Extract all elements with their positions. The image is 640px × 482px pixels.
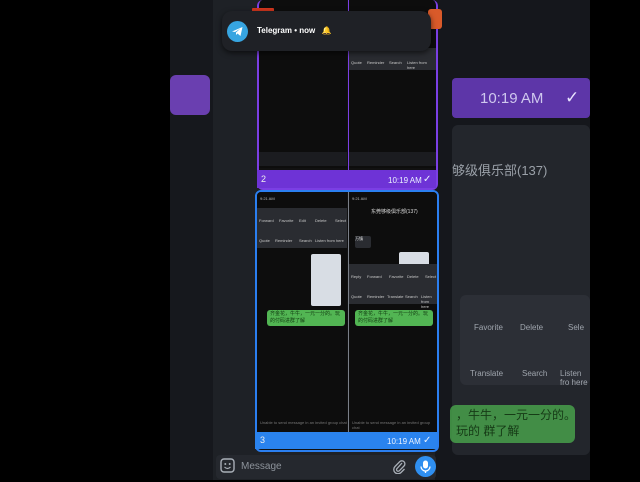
menu-translate: Translate: [470, 369, 504, 378]
menu-search: Search: [522, 369, 548, 378]
card-2-left-input: [259, 152, 347, 166]
menu-reminder: Reminder: [367, 60, 385, 65]
menu-listen: Listen fro here: [560, 369, 588, 387]
card-2-index: 2: [261, 174, 267, 184]
menu-search: Search: [389, 60, 402, 65]
attach-icon[interactable]: [392, 459, 406, 475]
menu-edit: Edit: [299, 218, 306, 223]
bell-icon: 🔔: [321, 26, 332, 35]
mic-button[interactable]: [415, 456, 436, 477]
menu-listen: Listen from here: [407, 60, 427, 70]
menu-search: Search: [299, 238, 312, 243]
menu-forward: Forward: [367, 274, 382, 279]
card-3-index: 3: [260, 435, 266, 445]
status-time: 9:21 AM: [352, 196, 367, 201]
menu-reply: Reply: [351, 274, 362, 279]
card-3-right-context-menu: Reply Forward Favorite Delete Select Quo…: [349, 264, 437, 309]
menu-select: Select: [425, 274, 437, 279]
chat-bubble: 万镇: [355, 236, 371, 248]
menu-favorite: Favorite: [279, 218, 294, 223]
menu-forward: Forward: [259, 218, 274, 223]
menu-translate: Translate: [387, 294, 404, 299]
background-left-panel: [170, 0, 215, 480]
card-3-left-context-menu: Forward Favorite Edit Delete Select Quot…: [257, 208, 347, 248]
card-2-check-icon: ✓: [423, 174, 432, 185]
background-right-chat-title: 够级俱乐部(137): [452, 163, 548, 178]
menu-favorite: Favorite: [474, 323, 503, 332]
card-3-right-pane: 9:21 AM 东莞够级俱乐部(137) 万镇 Reply Forward Fa…: [349, 192, 437, 432]
menu-listen: Listen from here: [315, 238, 344, 243]
card-3-time: 10:19 AM: [387, 437, 421, 446]
notification-text: Telegram • now 🔔: [257, 26, 331, 35]
menu-select: Sele: [568, 323, 585, 332]
card-3-right-notice: Unable to send message in an invited gro…: [352, 420, 431, 430]
background-right-context-menu: Favorite Delete Sele Translate Search Li…: [460, 295, 590, 387]
menu-delete: Delete: [407, 274, 419, 279]
telegram-icon: [227, 21, 248, 42]
background-right-time: 10:19 AM: [480, 90, 544, 107]
menu-favorite: Favorite: [389, 274, 404, 279]
menu-reminder: Reminder: [275, 238, 293, 243]
card-2-time: 10:19 AM: [388, 176, 422, 185]
menu-reminder: Reminder: [367, 294, 385, 299]
sticker-icon[interactable]: [220, 458, 235, 473]
card-2-context-menu: Quote Reminder Search Listen from here: [349, 48, 436, 70]
menu-quote: Quote: [351, 60, 362, 65]
menu-listen: Listen from here: [421, 294, 432, 309]
card-3-footer: 3 10:19 AM ✓: [255, 432, 437, 449]
card-3-right-message: 齐金花，牛牛，一元一分的。玩的付码进群了解: [355, 310, 433, 326]
card-2-right-input: [349, 152, 436, 166]
message-input[interactable]: Message: [241, 461, 282, 472]
background-right-check-icon: ✓: [565, 88, 580, 107]
card-2-footer: 2 10:19 AM ✓: [257, 170, 436, 188]
mic-icon: [420, 460, 431, 473]
menu-quote: Quote: [259, 238, 270, 243]
menu-quote: Quote: [351, 294, 362, 299]
menu-delete: Delete: [315, 218, 327, 223]
background-left-accent: [170, 75, 210, 115]
status-time: 9:21 AM: [260, 196, 275, 201]
card-3-left-message: 齐金花，牛牛，一元一分的。玩的付码进群了解: [267, 310, 345, 326]
menu-delete: Delete: [520, 323, 544, 332]
recent-card-3[interactable]: 9:21 AM Forward Favorite Edit Delete Sel…: [255, 190, 439, 452]
menu-select: Select: [335, 218, 347, 223]
background-right-message-text: ，牛牛，一元一分的。玩的 群了解: [456, 408, 577, 438]
chat-title: 东莞够级俱乐部(137): [371, 209, 418, 215]
menu-search: Search: [405, 294, 418, 299]
card-3-left-pane: 9:21 AM Forward Favorite Edit Delete Sel…: [257, 192, 347, 432]
sticker-image: [311, 254, 341, 306]
card-3-check-icon: ✓: [423, 435, 432, 446]
notification-title: Telegram • now: [257, 26, 316, 35]
card-3-left-notice: Unable to send message in an invited gro…: [260, 420, 347, 425]
